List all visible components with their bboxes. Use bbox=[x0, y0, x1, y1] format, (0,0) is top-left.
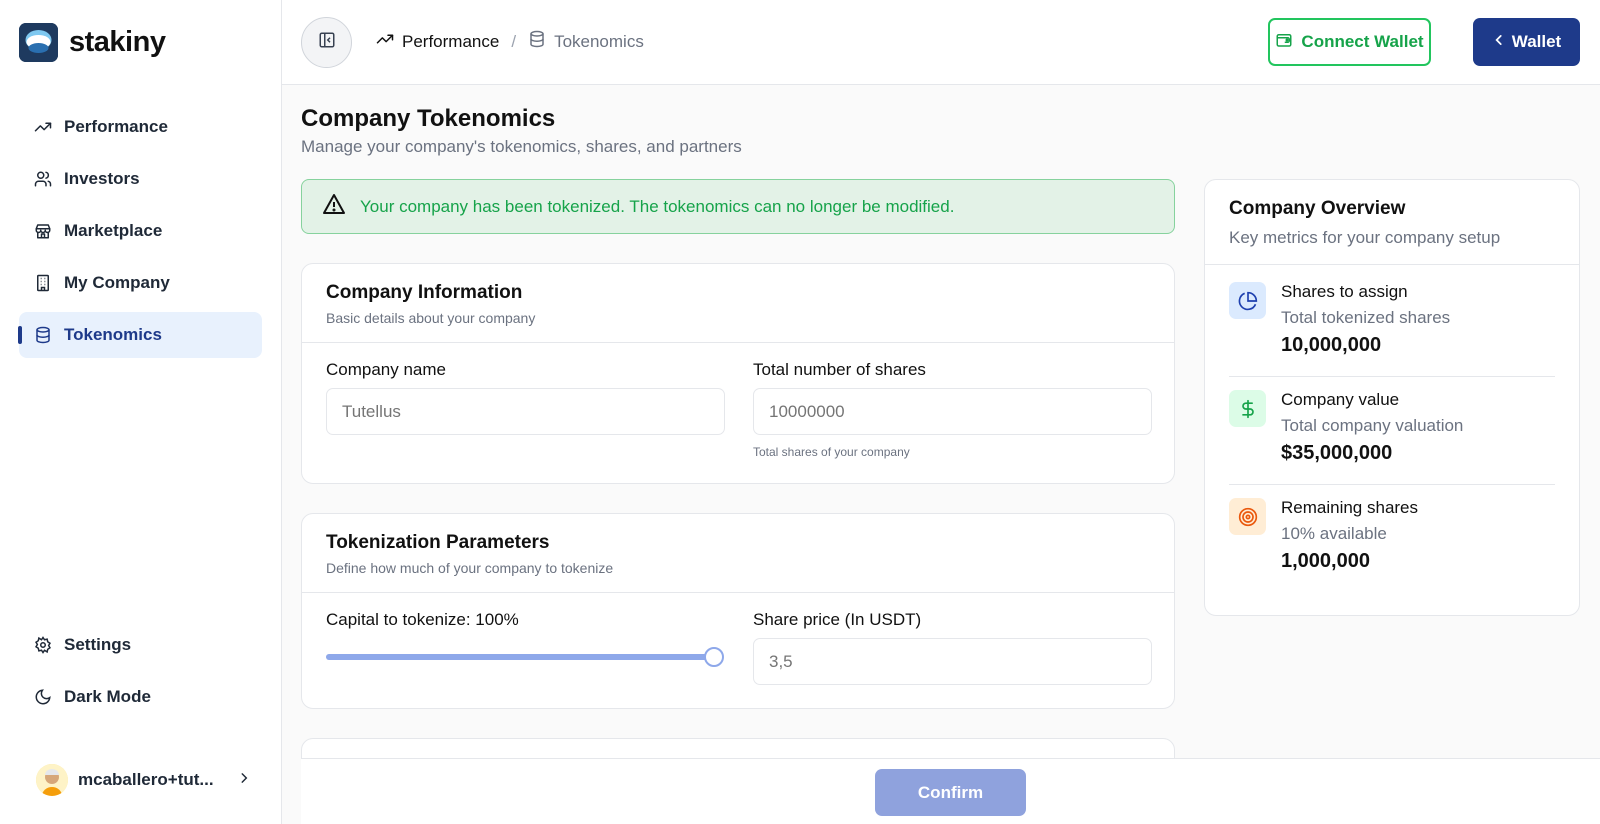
metric-value: $35,000,000 bbox=[1281, 442, 1393, 464]
avatar bbox=[36, 764, 68, 796]
sidebar: stakiny Performance Investors Marketplac… bbox=[0, 0, 282, 824]
wallet-button[interactable]: Wallet bbox=[1473, 18, 1580, 66]
sidebar-toggle-button[interactable] bbox=[301, 17, 352, 68]
user-menu[interactable]: mcaballero+tut... bbox=[36, 764, 251, 796]
sidebar-item-settings[interactable]: Settings bbox=[19, 622, 262, 668]
company-name-label: Company name bbox=[326, 360, 447, 379]
pie-chart-icon bbox=[1229, 282, 1266, 319]
capital-slider[interactable] bbox=[326, 647, 724, 667]
capital-label: Capital to tokenize: 100% bbox=[326, 610, 519, 629]
card-title: Company Information bbox=[326, 282, 523, 303]
action-footer: Confirm bbox=[301, 758, 1600, 824]
dollar-icon bbox=[1229, 390, 1266, 427]
breadcrumb-separator: / bbox=[511, 31, 517, 51]
tokenization-card: Tokenization Parameters Define how much … bbox=[301, 513, 1175, 709]
sidebar-item-investors[interactable]: Investors bbox=[19, 156, 262, 202]
panel-left-icon bbox=[318, 31, 336, 54]
total-shares-hint: Total shares of your company bbox=[753, 445, 910, 459]
sidebar-nav: Performance Investors Marketplace My Com… bbox=[18, 104, 262, 364]
card-title: Tokenization Parameters bbox=[326, 532, 550, 553]
confirm-button[interactable]: Confirm bbox=[875, 769, 1026, 816]
chevron-left-icon bbox=[1492, 32, 1506, 52]
metric-company-value: Company value Total company valuation $3… bbox=[1229, 390, 1579, 465]
breadcrumb: Performance / Tokenomics bbox=[376, 30, 644, 53]
card-header: Tokenization Parameters Define how much … bbox=[302, 514, 1174, 593]
card-header: Company Information Basic details about … bbox=[302, 264, 1174, 343]
slider-thumb[interactable] bbox=[704, 647, 724, 667]
connect-wallet-button[interactable]: Connect Wallet bbox=[1268, 18, 1431, 66]
company-name-field[interactable] bbox=[326, 388, 725, 435]
metric-value: 1,000,000 bbox=[1281, 550, 1370, 572]
metric-name: Company value bbox=[1281, 390, 1400, 409]
warning-icon bbox=[322, 192, 346, 221]
company-info-card: Company Information Basic details about … bbox=[301, 263, 1175, 484]
metric-name: Shares to assign bbox=[1281, 282, 1408, 301]
total-shares-field[interactable] bbox=[753, 388, 1152, 435]
metric-desc: 10% available bbox=[1281, 524, 1387, 543]
share-price-label: Share price (In USDT) bbox=[753, 610, 922, 629]
slider-fill bbox=[326, 654, 714, 660]
sidebar-item-label: Marketplace bbox=[64, 221, 163, 240]
database-icon bbox=[528, 30, 546, 53]
top-header: Performance / Tokenomics Connect Wallet … bbox=[282, 0, 1600, 85]
sidebar-item-label: Dark Mode bbox=[64, 687, 151, 706]
sidebar-item-label: Performance bbox=[64, 117, 168, 136]
sidebar-item-label: Investors bbox=[64, 169, 140, 188]
breadcrumb-item-performance[interactable]: Performance bbox=[376, 30, 499, 53]
brand-name: stakiny bbox=[69, 26, 166, 58]
metric-shares-to-assign: Shares to assign Total tokenized shares … bbox=[1229, 282, 1579, 357]
card-subtitle: Key metrics for your company setup bbox=[1229, 228, 1501, 247]
card-title: Company Overview bbox=[1229, 198, 1406, 219]
store-icon bbox=[33, 221, 53, 241]
company-overview-card: Company Overview Key metrics for your co… bbox=[1204, 179, 1580, 616]
moon-icon bbox=[33, 687, 53, 707]
breadcrumb-label: Performance bbox=[402, 31, 500, 51]
target-icon bbox=[1229, 498, 1266, 535]
sidebar-item-label: Tokenomics bbox=[64, 325, 162, 344]
card-subtitle: Define how much of your company to token… bbox=[326, 560, 614, 576]
metric-body: Shares to assign Total tokenized shares … bbox=[1281, 282, 1450, 357]
user-name: mcaballero+tut... bbox=[78, 770, 214, 789]
sidebar-item-label: My Company bbox=[64, 273, 170, 292]
trending-up-icon bbox=[33, 117, 53, 137]
metric-desc: Total tokenized shares bbox=[1281, 308, 1451, 327]
sidebar-item-tokenomics[interactable]: Tokenomics bbox=[18, 312, 262, 358]
card-header: Company Overview Key metrics for your co… bbox=[1205, 180, 1579, 265]
sidebar-bottom-nav: Settings Dark Mode bbox=[19, 622, 262, 726]
brand-logo-icon bbox=[19, 23, 58, 62]
metric-divider bbox=[1229, 484, 1555, 485]
wallet-icon bbox=[1275, 31, 1293, 54]
alert-text: Your company has been tokenized. The tok… bbox=[360, 196, 955, 216]
metric-value: 10,000,000 bbox=[1281, 334, 1382, 356]
metric-divider bbox=[1229, 376, 1555, 377]
metric-desc: Total company valuation bbox=[1281, 416, 1464, 435]
breadcrumb-item-tokenomics: Tokenomics bbox=[528, 30, 644, 53]
sidebar-item-dark-mode[interactable]: Dark Mode bbox=[19, 674, 262, 720]
metric-name: Remaining shares bbox=[1281, 498, 1419, 517]
breadcrumb-label: Tokenomics bbox=[554, 31, 644, 51]
brand[interactable]: stakiny bbox=[19, 23, 166, 62]
trending-up-icon bbox=[376, 30, 394, 53]
wallet-label: Wallet bbox=[1511, 32, 1562, 51]
metric-body: Company value Total company valuation $3… bbox=[1281, 390, 1463, 465]
sidebar-item-my-company[interactable]: My Company bbox=[19, 260, 262, 306]
card-subtitle: Basic details about your company bbox=[326, 310, 536, 326]
users-icon bbox=[33, 169, 53, 189]
metric-body: Remaining shares 10% available 1,000,000 bbox=[1281, 498, 1418, 573]
page-title: Company Tokenomics bbox=[301, 105, 556, 132]
sidebar-item-label: Settings bbox=[64, 635, 132, 654]
share-price-field[interactable] bbox=[753, 638, 1152, 685]
database-icon bbox=[33, 325, 53, 345]
building-icon bbox=[33, 273, 53, 293]
chevron-right-icon bbox=[237, 770, 251, 790]
tokenized-alert: Your company has been tokenized. The tok… bbox=[301, 179, 1175, 234]
metric-remaining-shares: Remaining shares 10% available 1,000,000 bbox=[1229, 498, 1579, 573]
connect-wallet-label: Connect Wallet bbox=[1301, 32, 1424, 51]
sidebar-item-performance[interactable]: Performance bbox=[19, 104, 262, 150]
gear-icon bbox=[33, 635, 53, 655]
total-shares-label: Total number of shares bbox=[753, 360, 926, 379]
sidebar-item-marketplace[interactable]: Marketplace bbox=[19, 208, 262, 254]
page-subtitle: Manage your company's tokenomics, shares… bbox=[301, 137, 742, 156]
